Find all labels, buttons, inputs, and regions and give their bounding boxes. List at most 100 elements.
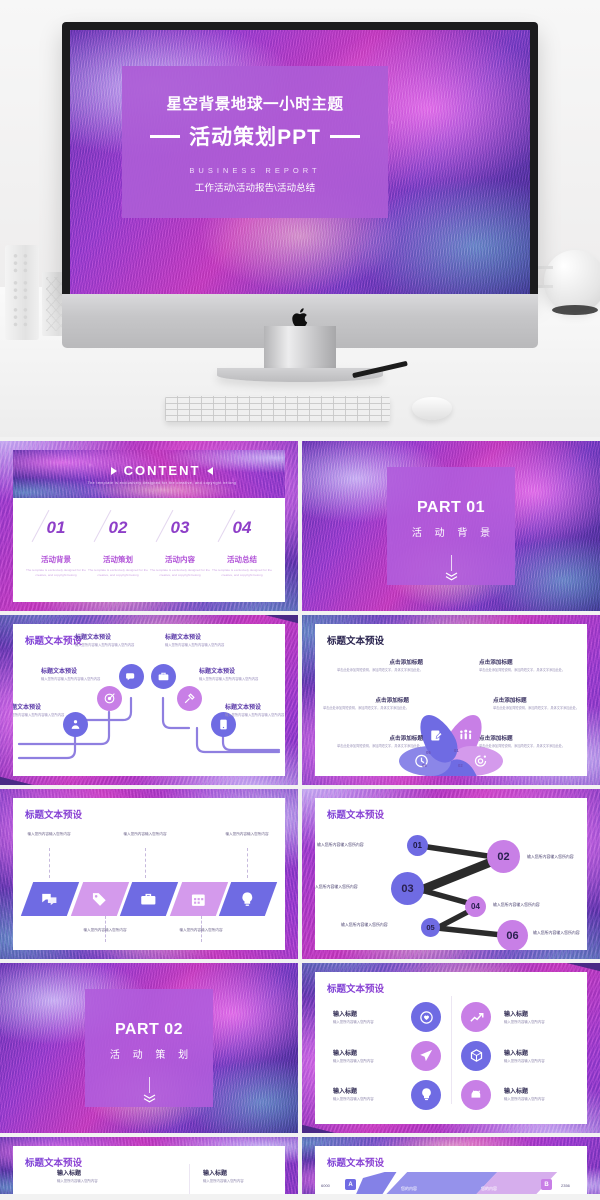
grid-icon-cube[interactable] xyxy=(461,1040,491,1071)
content-band: CONTENT The template is exclusively desi… xyxy=(13,450,285,498)
zigzag-label: 输入您所内容输入您所内容 xyxy=(533,930,580,935)
petal-label-title: 点击添加标题 xyxy=(389,660,423,666)
rule-right xyxy=(329,134,360,138)
step-number: 04 xyxy=(471,902,480,911)
icon-card-bulb[interactable] xyxy=(219,882,278,916)
two-column-body: 输入标题 输入您所内容输入您所内容 输入标题 输入您所内容输入您所内容 xyxy=(13,1146,285,1194)
icon-card-tag[interactable] xyxy=(70,882,129,916)
roadmap-node-briefcase[interactable] xyxy=(151,664,176,689)
icon-card-chat[interactable] xyxy=(20,882,79,916)
petal-label: 点击添加标题 单击此处添加简短说明，添加简短文字，具体文字添加此处。 xyxy=(335,658,423,673)
cube-icon xyxy=(470,1049,482,1063)
petal-number: 06 xyxy=(426,750,431,755)
zigzag-step-05[interactable]: 05 xyxy=(421,918,440,937)
toc-item[interactable]: 01 活动背景 The template is exclusively desi… xyxy=(25,509,87,577)
slide-title: 标题文本预设 xyxy=(327,1155,575,1169)
grid-icon-bulb[interactable] xyxy=(411,1079,441,1110)
slide-card: 标题文本预设 xyxy=(315,624,587,776)
grid-icon-trend-up[interactable] xyxy=(461,1002,491,1033)
toc-label: 活动背景 xyxy=(41,555,71,564)
icon-card-label: 输入您所内容输入您所内容 xyxy=(225,832,269,836)
grid-item-text: 输入标题 输入您所内容输入您所内容 xyxy=(504,1048,569,1064)
zigzag-step-06[interactable]: 06 xyxy=(497,920,528,950)
toc-desc: The template is exclusively designed for… xyxy=(87,568,148,577)
users-icon xyxy=(71,720,80,729)
slide-thumb-part01[interactable]: PART 01 活 动 背 景 xyxy=(302,441,600,611)
column-desc: 输入您所内容输入您所内容 xyxy=(57,1179,98,1183)
slide-thumb-icon-row[interactable]: 标题文本预设 输入您所内容输入您所内容 输入您所内容输入您所内容 输入您所内容输… xyxy=(0,789,298,959)
column-divider xyxy=(189,1164,190,1194)
petal-label: 点击添加标题 单击此处添加简短说明，添加简短文字，具体文字添加此处。 xyxy=(493,696,581,711)
grid-item-text: 输入标题 输入您所内容输入您所内容 xyxy=(504,1086,569,1102)
icon-card-calendar[interactable] xyxy=(169,882,228,916)
icon-card-briefcase[interactable] xyxy=(120,882,178,916)
roadmap-label: 标题文本预设 输入您所内容输入您所内容输入您所内容 xyxy=(165,632,243,648)
toc-desc: The template is exclusively designed for… xyxy=(211,568,272,577)
zigzag-step-01[interactable]: 01 xyxy=(407,835,428,856)
petal-label: 点击添加标题 单击此处添加简短说明，添加简短文字，具体文字添加此处。 xyxy=(479,734,567,749)
grid-icon-heart-pin[interactable] xyxy=(411,1002,441,1033)
imac-device: 星空背景地球一小时主题 活动策划PPT BUSINESS REPORT 工作活动… xyxy=(62,22,538,348)
petal-label-desc: 单击此处添加简短说明，添加简短文字，具体文字添加此处。 xyxy=(479,744,566,748)
slide-thumb-zigzag[interactable]: 标题文本预设 01 02 03 04 05 06 输入您所内容输入您所内容 输入… xyxy=(302,789,600,959)
title-subheading: 活动策划PPT xyxy=(189,126,321,149)
people-group-icon xyxy=(456,725,476,745)
column-desc: 输入您所内容输入您所内容 xyxy=(203,1179,244,1183)
zigzag-label: 输入您所内容输入您所内容 xyxy=(493,902,540,907)
roadmap-label-desc: 输入您所内容输入您所内容输入您所内容 xyxy=(165,643,225,647)
step-number: 05 xyxy=(426,923,435,932)
toc-label: 活动总结 xyxy=(227,555,257,564)
roadmap-node-speech[interactable] xyxy=(119,664,144,689)
slide-title: 标题文本预设 xyxy=(25,807,273,821)
column-title: 输入标题 xyxy=(57,1171,82,1177)
column-title: 输入标题 xyxy=(203,1171,228,1177)
slide-thumb-icon-grid[interactable]: 标题文本预设 输入标题 输入您所内容输入您所内容 输入标题 输入您所内容输入您所… xyxy=(302,963,600,1133)
content-body: 01 活动背景 The template is exclusively desi… xyxy=(13,498,285,602)
column-item: 输入标题 输入您所内容输入您所内容 xyxy=(203,1168,285,1184)
target-icon xyxy=(104,693,115,704)
petal-label-desc: 单击此处添加简短说明，添加简短文字，具体文字添加此处。 xyxy=(493,706,580,710)
briefcase-icon xyxy=(140,891,157,908)
zigzag-step-04[interactable]: 04 xyxy=(465,896,486,917)
petal-label: 点击添加标题 单击此处添加简短说明，添加简短文字，具体文字添加此处。 xyxy=(321,696,409,711)
toc-item[interactable]: 03 活动内容 The template is exclusively desi… xyxy=(149,509,211,577)
roadmap-node-tools[interactable] xyxy=(177,686,202,711)
imac-bezel: 星空背景地球一小时主题 活动策划PPT BUSINESS REPORT 工作活动… xyxy=(62,22,538,294)
slide-thumb-roadmap[interactable]: 标题文本预设 题文本预设 您所内容输入您所内容输入您所内容 标题文本预设 输入您… xyxy=(0,615,298,785)
content-band-sub: The template is exclusively designed for… xyxy=(87,481,237,485)
zigzag-step-03[interactable]: 03 xyxy=(391,872,424,905)
roadmap-label-desc: 输入您所内容输入您所内容输入您所内容 xyxy=(41,677,101,681)
grid-icon-piggy[interactable] xyxy=(461,1079,491,1110)
tools-icon xyxy=(184,693,195,704)
roadmap-node-target[interactable] xyxy=(97,686,122,711)
roadmap-label-title: 标题文本预设 xyxy=(199,669,236,675)
icon-card-label: 输入您所内容输入您所内容 xyxy=(27,832,71,836)
slide-thumb-two-column[interactable]: 标题文本预设 输入标题 输入您所内容输入您所内容 输入标题 输入您所内容输入您所… xyxy=(0,1137,298,1194)
slide-card: CONTENT The template is exclusively desi… xyxy=(13,450,285,602)
device-icon xyxy=(220,719,227,730)
slide-thumb-petal[interactable]: 标题文本预设 06 01 02 05 点击添加标题 单击此处添加简短说明，添加简… xyxy=(302,615,600,785)
zigzag-step-02[interactable]: 02 xyxy=(487,840,520,873)
toc-item[interactable]: 02 活动策划 The template is exclusively desi… xyxy=(87,509,149,577)
roadmap-label: 标题文本预设 输入您所内容输入您所内容输入您所内容 xyxy=(41,666,119,682)
toc-item[interactable]: 04 活动总结 The template is exclusively desi… xyxy=(211,509,273,577)
scroll-down-indicator xyxy=(143,1077,156,1103)
grid-icon-paper-plane[interactable] xyxy=(411,1040,441,1071)
petal-label-title: 点击添加标题 xyxy=(375,698,409,704)
roadmap-label: 标题文本预设 输入您所内容输入您所内容输入您所内容 xyxy=(13,702,83,718)
keyboard xyxy=(165,396,390,422)
petal-number: 05 xyxy=(422,763,427,768)
arrow-stem xyxy=(450,555,452,571)
funnel-left-value: 6000 xyxy=(321,1183,330,1188)
grid-item-title: 输入标题 xyxy=(333,1089,358,1096)
funnel-badge-a: A xyxy=(345,1179,356,1190)
petal-label-title: 点击添加标题 xyxy=(479,736,513,742)
gear-person-icon xyxy=(473,754,488,769)
step-number: 03 xyxy=(401,882,414,895)
petal-label-desc: 单击此处添加简短说明，添加简短文字，具体文字添加此处。 xyxy=(336,668,423,672)
paper-plane-icon xyxy=(419,1050,432,1062)
zigzag-label: 输入您所内容输入您所内容 xyxy=(341,922,388,927)
slide-thumb-funnel[interactable]: 标题文本预设 6000 A B 2356 您的内容 您的内容 xyxy=(302,1137,600,1194)
slide-thumb-part02[interactable]: PART 02 活 动 策 划 xyxy=(0,963,298,1133)
slide-thumb-content[interactable]: CONTENT The template is exclusively desi… xyxy=(0,441,298,611)
